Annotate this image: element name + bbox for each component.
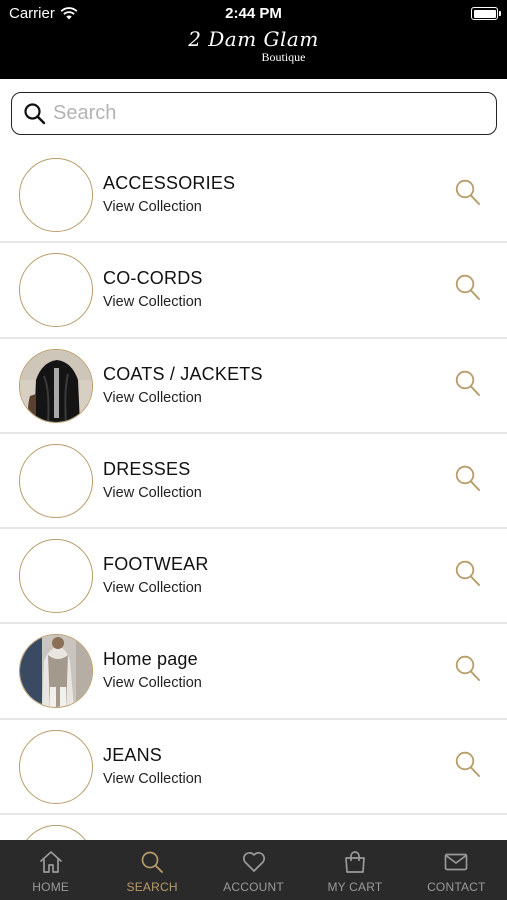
tab-label: MY CART (327, 880, 383, 894)
tab-search[interactable]: SEARCH (101, 840, 202, 900)
collection-thumbnail (19, 825, 93, 840)
search-icon[interactable] (455, 179, 481, 207)
tab-account[interactable]: ACCOUNT (203, 840, 304, 900)
tab-label: HOME (32, 880, 70, 894)
bottom-tab-bar: HOME SEARCH ACCOUNT MY CART CONTACT (0, 840, 507, 900)
app-header: Carrier 2:44 PM 2 Dam Glam Boutique (0, 0, 507, 79)
search-icon (141, 851, 164, 873)
tab-label: CONTACT (427, 880, 486, 894)
heart-icon (242, 851, 265, 872)
collection-thumbnail (19, 634, 93, 709)
collection-row[interactable]: CO-CORDS View Collection (0, 243, 507, 339)
brand-logo: 2 Dam Glam Boutique (0, 27, 507, 63)
tab-label: ACCOUNT (223, 880, 284, 894)
search-icon[interactable] (455, 655, 481, 683)
search-icon[interactable] (455, 274, 481, 302)
view-collection-link[interactable]: View Collection (103, 294, 202, 310)
collection-title: COATS / JACKETS (103, 363, 263, 384)
collection-title: Home page (103, 649, 198, 670)
view-collection-link[interactable]: View Collection (103, 485, 202, 501)
collection-row[interactable]: FOOTWEAR View Collection (0, 529, 507, 625)
black-jacket-photo (20, 349, 92, 422)
mail-icon (444, 853, 468, 871)
tab-my-cart[interactable]: MY CART (304, 840, 405, 900)
status-time: 2:44 PM (225, 5, 282, 22)
collection-thumbnail (19, 729, 93, 804)
collection-thumbnail (19, 253, 93, 328)
collection-title: ACCESSORIES (103, 173, 236, 193)
view-collection-link[interactable]: View Collection (103, 771, 202, 787)
collection-row[interactable] (0, 815, 507, 840)
collection-list: ACCESSORIES View Collection CO-CORDS Vie… (0, 148, 507, 840)
collection-row[interactable]: Home page View Collection (0, 624, 507, 720)
collection-thumbnail (19, 348, 93, 423)
collection-title: DRESSES (103, 458, 191, 479)
battery-icon (471, 7, 501, 20)
status-bar: Carrier 2:44 PM (0, 0, 507, 28)
tab-home[interactable]: HOME (0, 840, 101, 900)
collection-row[interactable]: COATS / JACKETS View Collection (0, 338, 507, 434)
logo-subtitle: Boutique (261, 50, 306, 64)
search-icon[interactable] (455, 751, 481, 779)
shopping-bag-icon (345, 851, 365, 873)
search-icon (24, 102, 46, 124)
collection-row[interactable]: JEANS View Collection (0, 719, 507, 816)
view-collection-link[interactable]: View Collection (103, 390, 202, 406)
collection-row[interactable]: DRESSES View Collection (0, 433, 507, 530)
search-icon[interactable] (455, 560, 481, 588)
search-icon[interactable] (455, 465, 481, 493)
search-bar[interactable] (11, 92, 497, 135)
collection-title: FOOTWEAR (103, 554, 209, 575)
tab-contact[interactable]: CONTACT (406, 840, 507, 900)
collection-title: CO-CORDS (103, 268, 203, 289)
view-collection-link[interactable]: View Collection (103, 199, 202, 215)
collection-thumbnail (19, 443, 93, 518)
collection-row[interactable]: ACCESSORIES View Collection (0, 148, 507, 244)
search-icon[interactable] (455, 370, 481, 398)
tab-label: SEARCH (126, 880, 178, 894)
view-collection-link[interactable]: View Collection (103, 580, 202, 596)
search-input[interactable] (53, 102, 473, 125)
outfit-photo (20, 635, 92, 708)
collection-thumbnail (19, 539, 93, 614)
collection-thumbnail (19, 158, 93, 232)
home-icon (39, 851, 62, 873)
view-collection-link[interactable]: View Collection (103, 675, 202, 691)
logo-script-text: 2 Dam Glam (188, 27, 319, 51)
collection-title: JEANS (103, 744, 163, 765)
